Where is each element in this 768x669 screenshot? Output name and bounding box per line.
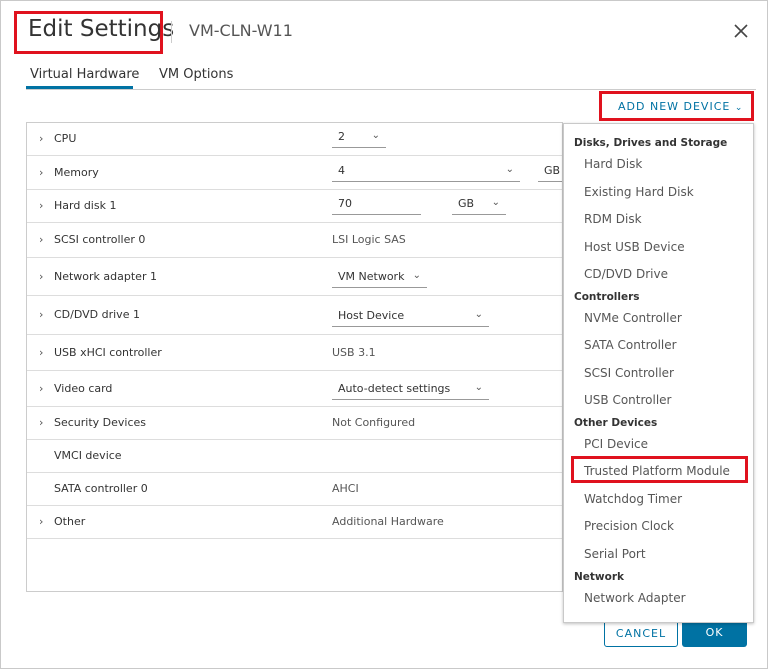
hard-disk-unit-select[interactable]: GB ⌄ <box>452 195 506 215</box>
hard-disk-label: Hard disk 1 <box>54 199 117 212</box>
tab-virtual-hardware[interactable]: Virtual Hardware <box>30 67 139 82</box>
hw-row-hard-disk: › Hard disk 1 70 GB ⌄ <box>27 190 562 223</box>
hw-row-memory: › Memory 4 ⌄ GB <box>27 156 562 190</box>
hw-row-network: › Network adapter 1 VM Network ⌄ <box>27 258 562 296</box>
chevron-right-icon[interactable]: › <box>39 199 43 212</box>
hw-row-usb: › USB xHCI controller USB 3.1 <box>27 335 562 371</box>
menu-item-pci-device[interactable]: PCI Device <box>584 437 648 451</box>
add-new-device-label: ADD NEW DEVICE <box>618 100 731 113</box>
ok-button[interactable]: OK <box>682 619 747 647</box>
sata-label: SATA controller 0 <box>54 482 148 495</box>
menu-item-rdm-disk[interactable]: RDM Disk <box>584 212 642 226</box>
edit-settings-dialog: Edit Settings VM-CLN-W11 Virtual Hardwar… <box>0 0 768 669</box>
ok-label: OK <box>705 626 724 639</box>
memory-label: Memory <box>54 166 99 179</box>
menu-item-cd-dvd-drive[interactable]: CD/DVD Drive <box>584 267 668 281</box>
menu-header-controllers: Controllers <box>574 291 640 303</box>
network-value: VM Network <box>338 270 405 283</box>
video-label: Video card <box>54 382 113 395</box>
hw-row-cpu: › CPU 2 ⌄ <box>27 123 562 156</box>
menu-item-scsi-controller[interactable]: SCSI Controller <box>584 366 674 380</box>
chevron-down-icon: ⌄ <box>505 164 514 175</box>
security-value: Not Configured <box>332 416 416 429</box>
other-value: Additional Hardware <box>332 515 444 528</box>
chevron-right-icon[interactable]: › <box>39 132 43 145</box>
chevron-right-icon[interactable]: › <box>39 416 43 429</box>
chevron-right-icon[interactable]: › <box>39 308 43 321</box>
usb-value: USB 3.1 <box>332 346 376 359</box>
vmci-label: VMCI device <box>54 449 122 462</box>
chevron-down-icon: ⌄ <box>474 382 483 393</box>
chevron-right-icon[interactable]: › <box>39 382 43 395</box>
chevron-down-icon: ⌄ <box>734 103 744 113</box>
other-label: Other <box>54 515 86 528</box>
hard-disk-size: 70 <box>338 197 352 210</box>
security-label: Security Devices <box>54 416 147 429</box>
vm-name: VM-CLN-W11 <box>189 21 293 40</box>
hard-disk-size-input[interactable]: 70 <box>332 195 421 215</box>
cancel-label: CANCEL <box>615 627 667 640</box>
chevron-down-icon: ⌄ <box>371 130 380 141</box>
hw-row-sata: SATA controller 0 AHCI <box>27 473 562 506</box>
cdrom-select[interactable]: Host Device ⌄ <box>332 307 489 327</box>
menu-item-serial-port[interactable]: Serial Port <box>584 547 646 561</box>
cdrom-value: Host Device <box>338 309 405 322</box>
chevron-right-icon[interactable]: › <box>39 346 43 359</box>
chevron-right-icon[interactable]: › <box>39 515 43 528</box>
hw-row-video: › Video card Auto-detect settings ⌄ <box>27 371 562 407</box>
memory-unit: GB <box>544 164 561 177</box>
hw-row-scsi: › SCSI controller 0 LSI Logic SAS <box>27 223 562 258</box>
menu-header-network: Network <box>574 571 625 583</box>
menu-item-watchdog-timer[interactable]: Watchdog Timer <box>584 492 682 506</box>
video-select[interactable]: Auto-detect settings ⌄ <box>332 380 489 400</box>
hw-row-cdrom: › CD/DVD drive 1 Host Device ⌄ <box>27 296 562 335</box>
menu-header-storage: Disks, Drives and Storage <box>574 137 728 149</box>
chevron-right-icon[interactable]: › <box>39 233 43 246</box>
menu-item-network-adapter[interactable]: Network Adapter <box>584 591 686 605</box>
cdrom-label: CD/DVD drive 1 <box>54 308 140 321</box>
menu-item-existing-hard-disk[interactable]: Existing Hard Disk <box>584 185 694 199</box>
chevron-down-icon: ⌄ <box>412 270 421 281</box>
memory-value: 4 <box>338 164 345 177</box>
sata-value: AHCI <box>332 482 359 495</box>
close-icon[interactable] <box>730 20 752 42</box>
video-value: Auto-detect settings <box>338 382 451 395</box>
menu-item-precision-clock[interactable]: Precision Clock <box>584 519 674 533</box>
hw-row-other: › Other Additional Hardware <box>27 506 562 539</box>
title-separator <box>171 21 172 43</box>
memory-unit-select[interactable]: GB <box>538 162 562 182</box>
cancel-button[interactable]: CANCEL <box>604 619 678 647</box>
hw-row-security: › Security Devices Not Configured <box>27 407 562 440</box>
scsi-label: SCSI controller 0 <box>54 233 146 246</box>
tab-divider <box>26 89 756 90</box>
tab-vm-options[interactable]: VM Options <box>159 67 233 82</box>
menu-item-host-usb-device[interactable]: Host USB Device <box>584 240 685 254</box>
network-label: Network adapter 1 <box>54 270 157 283</box>
hw-row-vmci: VMCI device <box>27 440 562 473</box>
chevron-right-icon[interactable]: › <box>39 270 43 283</box>
add-device-menu: Disks, Drives and Storage Hard Disk Exis… <box>563 123 754 623</box>
menu-item-usb-controller[interactable]: USB Controller <box>584 393 671 407</box>
usb-label: USB xHCI controller <box>54 346 162 359</box>
tpm-highlight-box <box>571 456 748 483</box>
dialog-title: Edit Settings <box>28 16 175 42</box>
menu-header-other-devices: Other Devices <box>574 417 658 429</box>
chevron-right-icon[interactable]: › <box>39 166 43 179</box>
cpu-value: 2 <box>338 130 345 143</box>
chevron-down-icon: ⌄ <box>474 309 483 320</box>
add-new-device-button[interactable]: ADD NEW DEVICE ⌄ <box>618 100 743 113</box>
virtual-hardware-list: › CPU 2 ⌄ › Memory 4 ⌄ GB › Hard disk 1 … <box>26 122 563 592</box>
hard-disk-unit: GB <box>458 197 475 210</box>
memory-select[interactable]: 4 ⌄ <box>332 162 520 182</box>
cpu-select[interactable]: 2 ⌄ <box>332 128 386 148</box>
menu-item-nvme-controller[interactable]: NVMe Controller <box>584 311 682 325</box>
cpu-label: CPU <box>54 132 77 145</box>
menu-item-sata-controller[interactable]: SATA Controller <box>584 338 677 352</box>
menu-item-hard-disk[interactable]: Hard Disk <box>584 157 642 171</box>
network-select[interactable]: VM Network ⌄ <box>332 268 427 288</box>
chevron-down-icon: ⌄ <box>491 197 500 208</box>
scsi-value: LSI Logic SAS <box>332 233 406 246</box>
